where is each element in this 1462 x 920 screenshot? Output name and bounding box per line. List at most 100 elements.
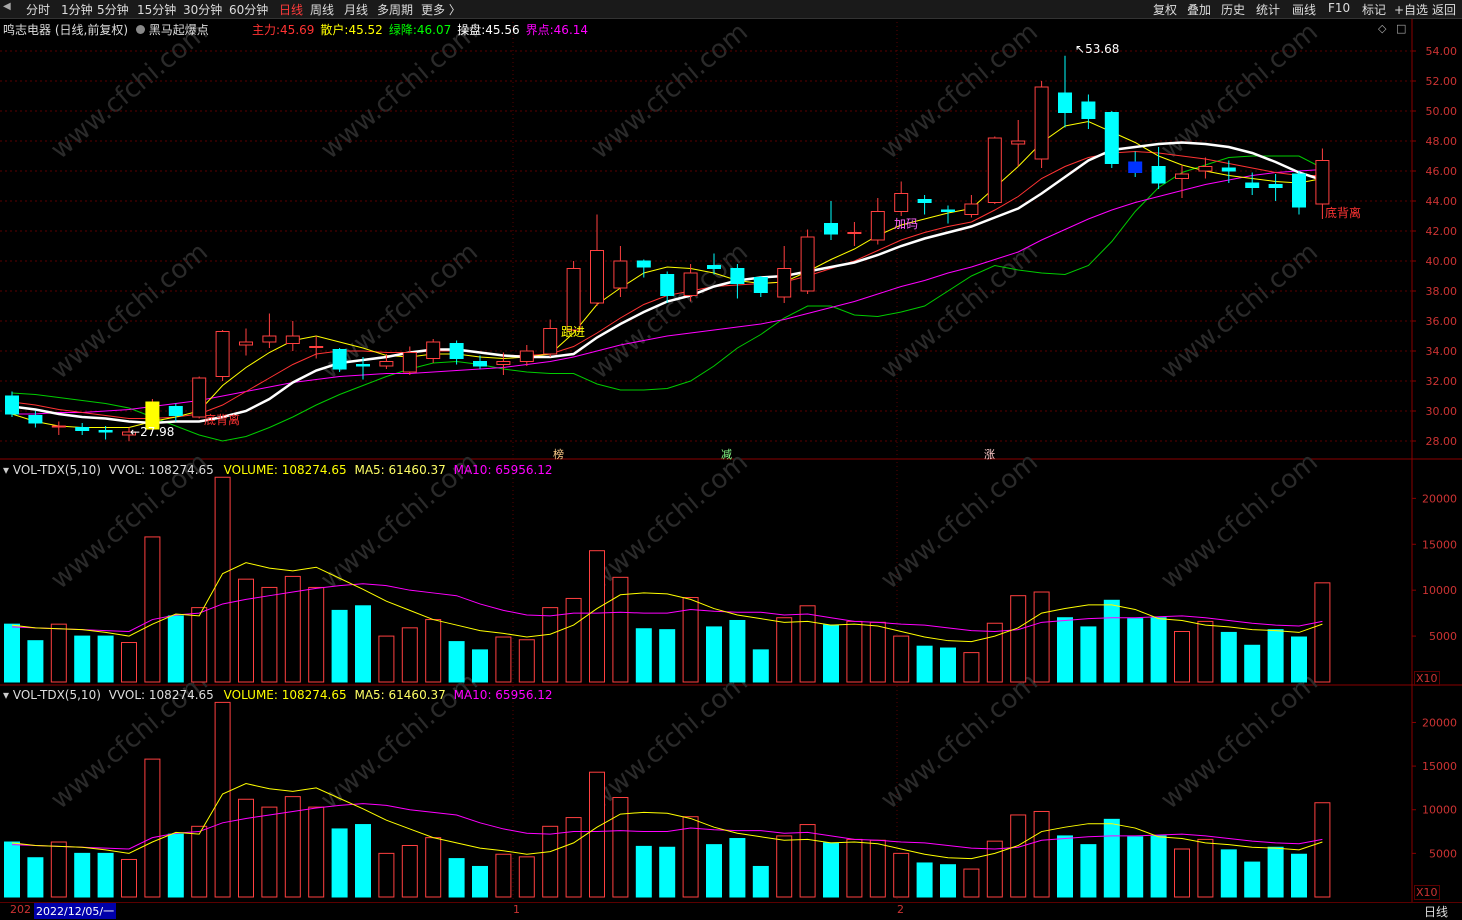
param-label: 操盘: <box>457 23 486 37</box>
volume-2-bar <box>167 833 184 898</box>
volume-panel-1-vvol: VVOL: 108274.65 <box>108 463 214 477</box>
candle-body <box>496 361 511 365</box>
low-price-value: 27.98 <box>140 425 175 439</box>
diamond-icon[interactable]: ◇ <box>1378 22 1386 35</box>
volume-2-bar <box>799 824 816 898</box>
left-arrow-icon[interactable]: ◀ <box>3 1 11 12</box>
volume-1-bar <box>589 550 605 683</box>
candle-body <box>847 232 862 234</box>
volume-panel-1-caret[interactable]: ▾ <box>3 463 9 477</box>
candle-body <box>1011 140 1026 145</box>
candle-body <box>683 272 698 296</box>
toolbar-button-2[interactable]: 历史 <box>1221 1 1245 18</box>
volume-panel-2-title[interactable]: VOL-TDX(5,10) <box>13 688 101 702</box>
price-tick-label: 40.00 <box>1426 255 1458 268</box>
volume-1-bar <box>776 617 793 683</box>
volume-1-bar <box>940 647 956 683</box>
toolbar-button-8[interactable]: 返回 <box>1432 1 1456 18</box>
date-mark-1: 1 <box>513 903 520 916</box>
toolbar-button-6[interactable]: 标记 <box>1362 1 1386 18</box>
candle-body <box>1128 161 1143 173</box>
volume-1-bar <box>1267 629 1284 683</box>
price-tick-label: 30.00 <box>1426 405 1458 418</box>
candle-body <box>51 425 66 428</box>
candle-body <box>426 341 441 359</box>
volume-2-bar <box>308 806 325 898</box>
volume-2-bar <box>74 852 91 898</box>
param-4: 界点:46.14 <box>526 23 588 37</box>
period-tab-3[interactable]: 15分钟 <box>137 1 176 18</box>
toolbar-button-0[interactable]: 复权 <box>1153 1 1177 18</box>
period-tab-10[interactable]: 更多 〉 <box>421 1 461 18</box>
volume-2-bar <box>1314 802 1331 898</box>
watermark-text: www.cfchi.com <box>1155 667 1324 815</box>
volume-2-bar <box>846 838 863 898</box>
volume-2-bar <box>191 825 208 898</box>
period-toolbar: ◀ 分时 1分钟 5分钟 15分钟 30分钟 60分钟 日线 周线 月线 多周期 更多 〉 复权 叠加历… <box>0 0 1462 19</box>
volume-2-bar <box>1174 848 1190 898</box>
period-tab-7[interactable]: 周线 <box>310 1 334 18</box>
volume-panel-1-title[interactable]: VOL-TDX(5,10) <box>13 463 101 477</box>
period-tab-2[interactable]: 5分钟 <box>97 1 129 18</box>
volume-2-bar <box>1267 846 1284 898</box>
settings-circle-icon[interactable] <box>135 25 145 34</box>
volume-2-bar <box>472 865 488 898</box>
toolbar-button-7[interactable]: +自选 <box>1394 1 1428 18</box>
period-tab-4[interactable]: 30分钟 <box>183 1 222 18</box>
toolbar-button-5[interactable]: F10 <box>1328 1 1350 15</box>
volume-1-bar <box>1150 617 1167 683</box>
volume-2-bar <box>776 835 793 898</box>
volume-panel-2-ma5: MA5: 61460.37 <box>354 688 446 702</box>
period-tab-0[interactable]: 分时 <box>26 1 50 18</box>
volume-1-bar <box>542 607 559 683</box>
period-tab-5[interactable]: 60分钟 <box>229 1 268 18</box>
volume-2-bar <box>1033 810 1050 898</box>
candle-body <box>800 236 815 292</box>
volume-1-tick-label: 10000 <box>1422 584 1457 597</box>
volume-1-bar <box>1033 591 1050 683</box>
volume-2-bar <box>1010 814 1027 898</box>
candle-body <box>239 341 253 346</box>
volume-1-bar <box>635 628 652 683</box>
volume-2-bar <box>495 853 512 898</box>
volume-2-tick-label: 15000 <box>1422 760 1457 773</box>
period-tab-6[interactable]: 日线 <box>279 1 303 18</box>
candle-body <box>285 335 300 344</box>
candle-body <box>1245 182 1260 188</box>
candle-body <box>379 361 394 367</box>
date-mark-2: 2 <box>897 903 904 916</box>
watermark-text: www.cfchi.com <box>875 447 1044 595</box>
volume-panel-1-header: ▾ VOL-TDX(5,10) VVOL: 108274.65 VOLUME: … <box>3 463 553 477</box>
toolbar-button-1[interactable]: 叠加 <box>1187 1 1211 18</box>
stock-name: 鸣志电器 <box>3 23 52 37</box>
volume-2-bar <box>448 858 465 898</box>
price-tick-label: 44.00 <box>1426 195 1458 208</box>
volume-1-bar <box>1220 631 1237 683</box>
period-tab-8[interactable]: 月线 <box>344 1 368 18</box>
toolbar-button-3[interactable]: 统计 <box>1256 1 1280 18</box>
indicator-name[interactable]: 黑马起爆点 <box>149 23 209 37</box>
volume-panel-1-ma5: MA5: 61460.37 <box>354 463 446 477</box>
volume-1-bar <box>518 639 535 683</box>
param-0: 主力:45.69 <box>252 23 314 37</box>
volume-1-bar <box>238 578 254 683</box>
period-tab-1[interactable]: 1分钟 <box>61 1 93 18</box>
param-value: 46.14 <box>553 23 589 37</box>
volume-2-tick-label: 10000 <box>1422 804 1457 817</box>
price-tick-label: 28.00 <box>1426 435 1458 448</box>
param-value: 45.56 <box>485 23 520 37</box>
volume-1-bar <box>27 640 44 683</box>
price-tick-label: 52.00 <box>1426 75 1458 88</box>
volume-1-bar <box>986 622 1003 683</box>
volume-1-bar <box>1314 582 1331 683</box>
candle-body <box>1268 184 1283 188</box>
candle-body <box>1198 166 1213 172</box>
candle-body <box>28 415 43 424</box>
toolbar-button-4[interactable]: 画线 <box>1292 1 1316 18</box>
volume-2-bar <box>214 701 231 898</box>
arrow-icon: ↖ <box>1075 42 1086 56</box>
square-icon[interactable]: □ <box>1396 22 1406 35</box>
volume-1-bar <box>191 607 208 683</box>
period-tab-9[interactable]: 多周期 <box>377 1 413 18</box>
volume-panel-2-caret[interactable]: ▾ <box>3 688 9 702</box>
